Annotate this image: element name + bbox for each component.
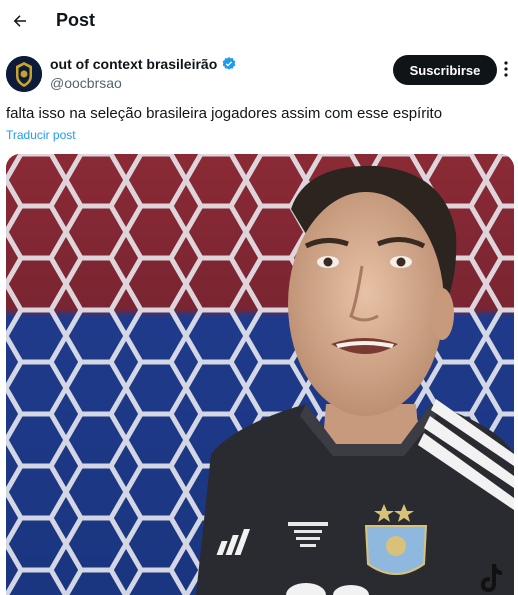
- tweet-text: falta isso na seleção brasileira jogador…: [6, 105, 443, 122]
- arrow-left-icon: [13, 15, 26, 27]
- page-title: Post: [56, 10, 96, 30]
- avatar[interactable]: [6, 56, 42, 92]
- author-row: out of context brasileirão @oocbrsao Sus…: [6, 54, 512, 94]
- verified-badge-icon: [222, 57, 236, 70]
- more-options-button[interactable]: [499, 59, 513, 79]
- display-name[interactable]: out of context brasileirão: [50, 56, 217, 72]
- translate-post-link[interactable]: Traducir post: [6, 128, 76, 142]
- more-vertical-icon: [504, 61, 508, 77]
- author-handle[interactable]: @oocbrsao: [50, 75, 122, 91]
- top-bar: Post: [0, 0, 518, 42]
- tweet-media-image[interactable]: [6, 154, 514, 595]
- subscribe-button[interactable]: Suscribirse: [393, 55, 497, 85]
- name-row: out of context brasileirão: [50, 56, 237, 72]
- back-button[interactable]: [6, 7, 34, 35]
